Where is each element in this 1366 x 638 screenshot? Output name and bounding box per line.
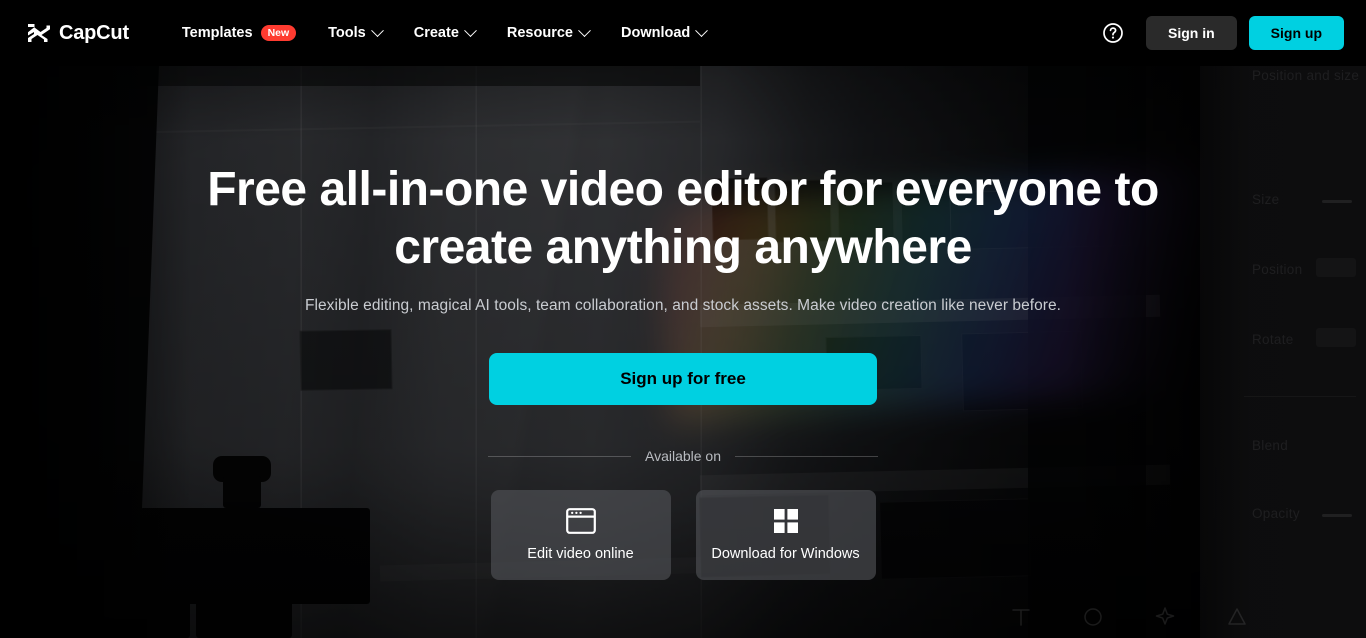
- download-for-windows-label: Download for Windows: [711, 546, 860, 563]
- main-navigation: Templates New Tools Create Resource Down…: [182, 0, 722, 66]
- divider-line-left: [488, 455, 631, 457]
- chevron-down-icon: [695, 23, 709, 37]
- edit-video-online-card[interactable]: Edit video online: [490, 490, 671, 581]
- sign-up-button[interactable]: Sign up: [1248, 16, 1344, 50]
- nav-label-create: Create: [413, 25, 459, 41]
- question-circle-icon: [1103, 23, 1123, 43]
- nav-label-resource: Resource: [506, 25, 573, 41]
- hero-section: Position and size Size Position Rotate B…: [0, 66, 1366, 638]
- browser-window-icon: [565, 508, 596, 535]
- sign-in-button[interactable]: Sign in: [1146, 16, 1237, 50]
- logo-wordmark: CapCut: [59, 22, 129, 44]
- nav-label-tools: Tools: [328, 25, 366, 41]
- capcut-landing-page: CapCut Templates New Tools Create Resour…: [0, 0, 1366, 638]
- nav-item-download[interactable]: Download: [605, 0, 722, 66]
- hero-title: Free all-in-one video editor for everyon…: [207, 163, 1159, 274]
- platform-options: Edit video online Download for Windows: [490, 490, 876, 581]
- chevron-down-icon: [464, 23, 477, 37]
- hero-content: Free all-in-one video editor for everyon…: [0, 66, 1366, 638]
- available-on-divider: Available on: [488, 448, 878, 464]
- new-badge: New: [260, 25, 297, 41]
- help-button[interactable]: [1096, 16, 1130, 50]
- hero-subtitle: Flexible editing, magical AI tools, team…: [304, 297, 1062, 315]
- nav-label-templates: Templates: [181, 25, 253, 41]
- divider-line-right: [735, 455, 878, 457]
- sign-up-for-free-button[interactable]: Sign up for free: [489, 353, 877, 406]
- site-header: CapCut Templates New Tools Create Resour…: [0, 0, 1366, 66]
- edit-video-online-label: Edit video online: [527, 546, 634, 563]
- nav-item-create[interactable]: Create: [398, 0, 491, 66]
- nav-item-resource[interactable]: Resource: [491, 0, 605, 66]
- windows-logo-icon: [773, 509, 798, 534]
- chevron-down-icon: [578, 23, 591, 37]
- header-actions: Sign in Sign up: [1096, 16, 1344, 50]
- available-on-label: Available on: [644, 448, 722, 465]
- chevron-down-icon: [370, 23, 384, 37]
- download-for-windows-card[interactable]: Download for Windows: [695, 490, 876, 581]
- nav-item-tools[interactable]: Tools: [312, 0, 398, 66]
- nav-label-download: Download: [620, 25, 691, 41]
- nav-item-templates[interactable]: Templates New: [182, 0, 312, 66]
- capcut-hourglass-icon: [28, 24, 50, 42]
- capcut-logo[interactable]: CapCut: [26, 22, 129, 44]
